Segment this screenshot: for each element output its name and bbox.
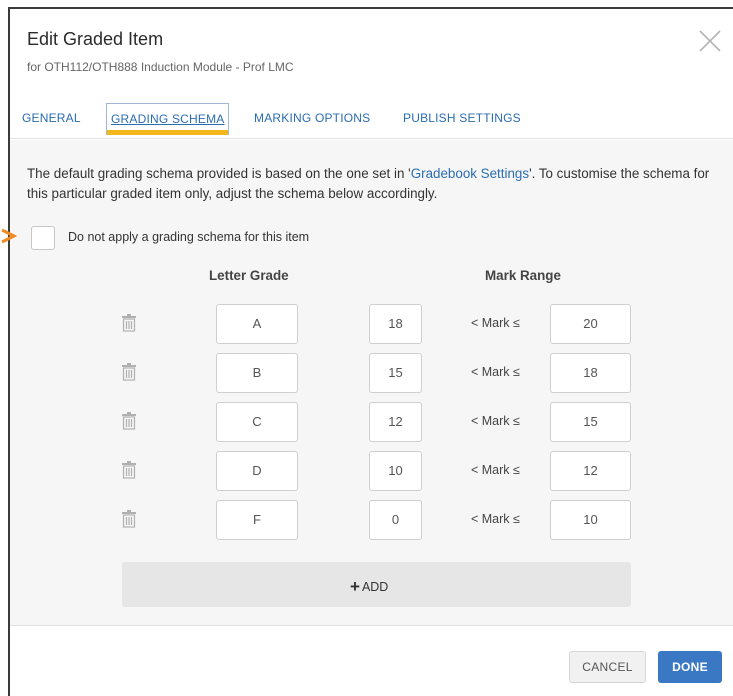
tab-general[interactable]: GENERAL: [22, 111, 81, 125]
close-button[interactable]: [697, 28, 723, 54]
mark-from-input[interactable]: 18: [369, 304, 422, 344]
add-row-button[interactable]: + ADD: [122, 562, 631, 607]
mark-from-input[interactable]: 0: [369, 500, 422, 540]
mark-to-input[interactable]: 18: [550, 353, 631, 393]
mark-to-input[interactable]: 12: [550, 451, 631, 491]
add-row-content: + ADD: [350, 576, 388, 596]
trash-icon[interactable]: [121, 412, 137, 430]
mark-to-input[interactable]: 15: [550, 402, 631, 442]
mark-from-input[interactable]: 12: [369, 402, 422, 442]
range-operator-label: < Mark ≤: [471, 512, 520, 526]
letter-grade-input[interactable]: D: [216, 451, 298, 491]
dialog-title: Edit Graded Item: [27, 29, 164, 49]
cancel-button[interactable]: CANCEL: [569, 651, 646, 683]
grade-row: C 12 < Mark ≤ 15: [10, 402, 733, 442]
mark-from-input[interactable]: 10: [369, 451, 422, 491]
grade-row: A 18 < Mark ≤ 20: [10, 304, 733, 344]
intro-text: The default grading schema provided is b…: [27, 164, 727, 204]
tab-marking-options[interactable]: MARKING OPTIONS: [254, 111, 370, 125]
mark-to-input[interactable]: 20: [550, 304, 631, 344]
letter-grade-input[interactable]: C: [216, 402, 298, 442]
add-label: ADD: [361, 580, 389, 594]
trash-icon[interactable]: [121, 510, 137, 528]
dialog-header: Edit Graded Item for OTH112/OTH888 Induc…: [10, 9, 733, 99]
tab-grading-schema-label: GRADING SCHEMA: [111, 112, 225, 126]
tab-grading-schema[interactable]: GRADING SCHEMA: [106, 103, 230, 135]
grade-row: F 0 < Mark ≤ 10: [10, 500, 733, 540]
dialog-footer: CANCEL DONE: [10, 625, 733, 696]
letter-grade-input[interactable]: A: [216, 304, 298, 344]
range-operator-label: < Mark ≤: [471, 365, 520, 379]
range-operator-label: < Mark ≤: [471, 316, 520, 330]
range-operator-label: < Mark ≤: [471, 414, 520, 428]
grading-schema-panel: The default grading schema provided is b…: [1, 140, 733, 625]
gradebook-settings-link[interactable]: Gradebook Settings: [411, 166, 529, 181]
range-operator-label: < Mark ≤: [471, 463, 520, 477]
letter-grade-header: Letter Grade: [209, 268, 289, 283]
mark-from-input[interactable]: 15: [369, 353, 422, 393]
no-schema-label: Do not apply a grading schema for this i…: [68, 230, 310, 244]
trash-icon[interactable]: [121, 314, 137, 332]
intro-text-before: The default grading schema provided is b…: [27, 166, 411, 181]
trash-icon[interactable]: [121, 363, 137, 381]
pointer-arrow-icon: [1, 228, 18, 244]
mark-range-header: Mark Range: [485, 268, 561, 283]
no-schema-checkbox[interactable]: [31, 226, 55, 250]
active-tab-indicator: [107, 130, 229, 135]
grade-row: B 15 < Mark ≤ 18: [10, 353, 733, 393]
letter-grade-input[interactable]: F: [216, 500, 298, 540]
plus-icon: +: [350, 577, 360, 596]
done-button[interactable]: DONE: [658, 651, 722, 683]
mark-to-input[interactable]: 10: [550, 500, 631, 540]
edit-graded-item-dialog: Edit Graded Item for OTH112/OTH888 Induc…: [1, 7, 733, 696]
dialog-subtitle: for OTH112/OTH888 Induction Module - Pro…: [27, 60, 294, 74]
letter-grade-input[interactable]: B: [216, 353, 298, 393]
tab-bar: GENERAL GRADING SCHEMA MARKING OPTIONS P…: [10, 99, 733, 139]
trash-icon[interactable]: [121, 461, 137, 479]
grade-row: D 10 < Mark ≤ 12: [10, 451, 733, 491]
tab-publish-settings[interactable]: PUBLISH SETTINGS: [403, 111, 521, 125]
close-icon: [699, 30, 721, 52]
